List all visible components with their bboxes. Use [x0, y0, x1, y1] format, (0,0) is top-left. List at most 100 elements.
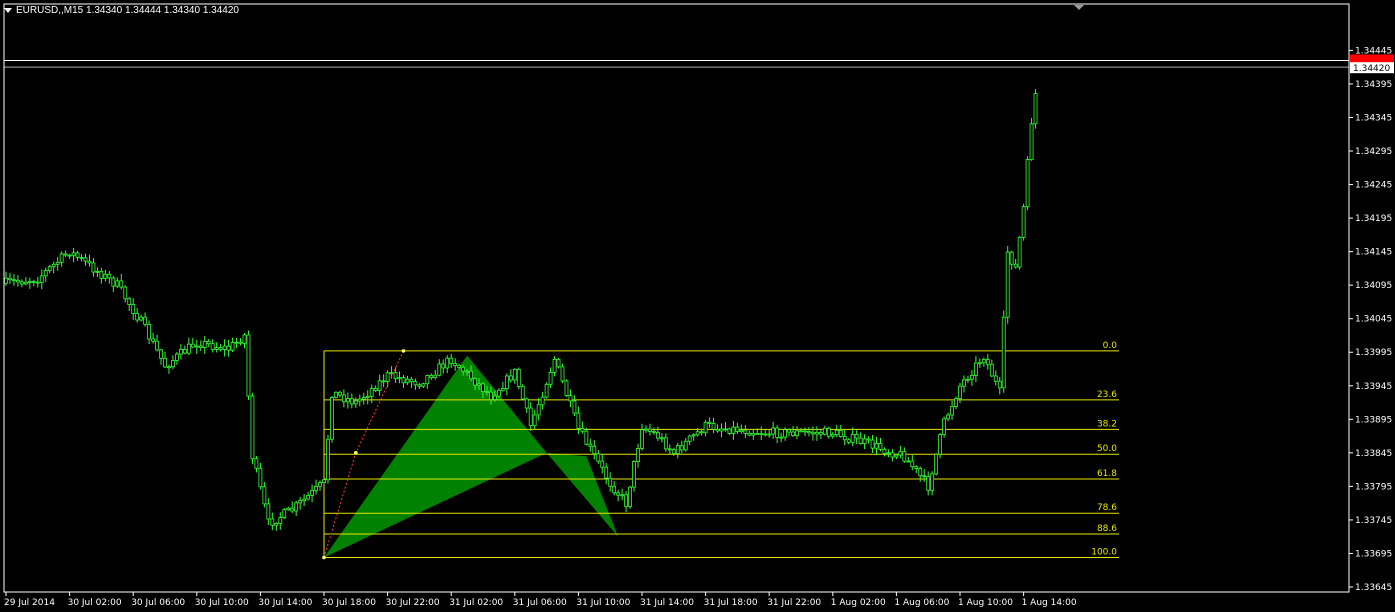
- candle-body: [115, 280, 120, 287]
- candle-body: [584, 430, 589, 445]
- zigzag-point[interactable]: [322, 555, 326, 560]
- candle-body: [671, 449, 676, 454]
- candle-body: [842, 436, 847, 441]
- candle-body: [83, 257, 88, 262]
- fib-level-label: 50.0: [1097, 444, 1117, 454]
- candle-body: [640, 429, 644, 449]
- candle-body: [79, 256, 84, 259]
- y-tick-label: 1.33945: [1355, 382, 1392, 392]
- candle-body: [894, 454, 899, 458]
- y-tick-label: 1.33995: [1355, 348, 1392, 358]
- candle-body: [628, 486, 632, 507]
- y-tick-label: 1.34395: [1355, 80, 1392, 90]
- candle-body: [822, 427, 827, 435]
- candle-body: [1029, 123, 1034, 160]
- candle-body: [123, 286, 128, 300]
- fib-level-label: 100.0: [1091, 547, 1117, 557]
- y-tick-label: 1.34095: [1355, 281, 1392, 291]
- candle-body: [457, 365, 462, 368]
- candle-body: [278, 517, 283, 524]
- candle-body: [954, 398, 958, 407]
- zigzag-point[interactable]: [354, 451, 358, 455]
- candle-body: [970, 375, 974, 380]
- candle-body: [656, 432, 660, 439]
- y-tick-label: 1.34345: [1355, 113, 1392, 123]
- candle-body: [357, 398, 362, 402]
- y-tick-label: 1.33845: [1355, 449, 1392, 459]
- high-value: 1.34444: [124, 5, 162, 16]
- candle-body: [361, 397, 366, 400]
- candle-body: [270, 518, 275, 526]
- candle-body: [934, 453, 939, 475]
- candle-body: [791, 431, 795, 436]
- symbol-label: EURUSD,,M15: [16, 5, 84, 16]
- candle-body: [318, 482, 322, 487]
- candle-body: [449, 357, 454, 364]
- candle-body: [902, 451, 907, 462]
- candle-body: [453, 363, 458, 366]
- candle-body: [489, 391, 493, 400]
- x-tick-label: 1 Aug 10:00: [958, 598, 1013, 608]
- candle-body: [326, 438, 330, 481]
- candle-body: [190, 343, 195, 348]
- x-tick-label: 30 Jul 10:00: [195, 598, 249, 608]
- candle-body: [552, 358, 557, 373]
- chart-background: [0, 0, 1395, 612]
- candle-body: [1005, 251, 1010, 318]
- candle-body: [294, 502, 299, 512]
- candle-body: [99, 270, 104, 279]
- candle-body: [568, 395, 573, 402]
- candle-body: [1009, 251, 1014, 265]
- candle-body: [898, 451, 903, 456]
- candle-body: [63, 253, 68, 256]
- candle-body: [337, 391, 342, 396]
- chart-canvas[interactable]: 0.023.638.250.061.878.688.6100.0 1.34445…: [0, 0, 1395, 612]
- x-tick-label: 30 Jul 18:00: [322, 598, 376, 608]
- candle-body: [91, 262, 96, 273]
- candle-body: [683, 440, 688, 451]
- candle-body: [528, 407, 533, 427]
- candle-body: [783, 429, 787, 438]
- candle-body: [727, 428, 732, 434]
- candle-body: [910, 460, 915, 468]
- fib-level-label: 78.6: [1097, 503, 1117, 513]
- candle-body: [644, 428, 648, 431]
- y-tick-label: 1.34195: [1355, 214, 1392, 224]
- candle-body: [238, 341, 243, 344]
- x-tick-label: 30 Jul 06:00: [131, 598, 185, 608]
- candle-body: [206, 340, 211, 345]
- zigzag-point[interactable]: [401, 349, 406, 353]
- candle-body: [1025, 159, 1030, 208]
- candle-body: [588, 443, 593, 447]
- candle-body: [850, 434, 855, 443]
- x-tick-label: 31 Jul 22:00: [767, 598, 821, 608]
- candle-body: [604, 466, 609, 479]
- candle-body: [417, 384, 422, 387]
- candle-body: [469, 370, 473, 380]
- candle-body: [186, 343, 191, 354]
- candle-body: [771, 427, 776, 435]
- y-tick-label: 1.33695: [1355, 549, 1392, 559]
- candle-body: [715, 429, 720, 432]
- candle-body: [667, 448, 672, 451]
- candle-body: [306, 495, 311, 500]
- candle-body: [862, 438, 867, 445]
- candle-body: [906, 460, 911, 463]
- candle-body: [926, 476, 931, 491]
- candle-body: [441, 363, 446, 369]
- candle-body: [445, 357, 450, 369]
- x-tick-label: 31 Jul 10:00: [576, 598, 630, 608]
- candle-body: [870, 439, 875, 449]
- candle-body: [385, 372, 390, 382]
- candle-body: [298, 500, 303, 504]
- candle-body: [131, 304, 136, 315]
- candle-body: [27, 281, 32, 283]
- candle-body: [751, 433, 756, 436]
- candle-body: [322, 479, 326, 484]
- dropdown-arrow-icon[interactable]: [4, 7, 12, 13]
- candle-body: [703, 421, 708, 434]
- candle-body: [524, 398, 529, 409]
- x-tick-label: 30 Jul 14:00: [258, 598, 312, 608]
- y-tick-label: 1.33795: [1355, 482, 1392, 492]
- candle-body: [759, 432, 764, 435]
